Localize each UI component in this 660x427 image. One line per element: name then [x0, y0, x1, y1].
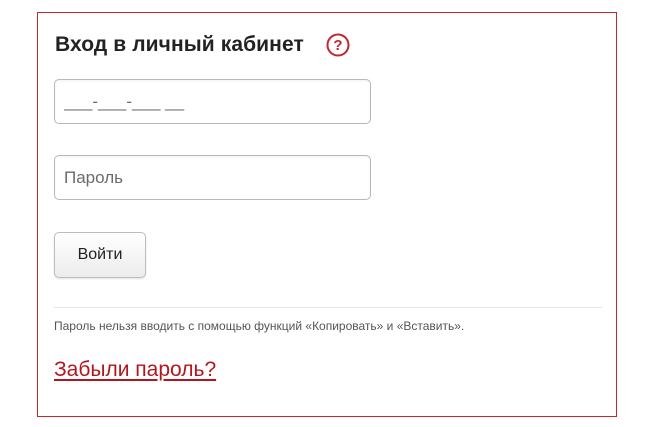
password-field[interactable] [54, 155, 371, 200]
svg-text:?: ? [333, 37, 342, 54]
login-panel: Вход в личный кабинет ? Войти Пароль нел… [37, 12, 617, 417]
phone-field[interactable] [54, 79, 371, 124]
forgot-password-link[interactable]: Забыли пароль? [54, 358, 216, 382]
divider [54, 307, 602, 308]
password-input[interactable] [55, 156, 370, 199]
page-title: Вход в личный кабинет [55, 33, 304, 56]
title-row: Вход в личный кабинет ? [55, 33, 350, 57]
login-button[interactable]: Войти [54, 232, 146, 278]
question-circle-icon[interactable]: ? [326, 33, 350, 57]
phone-input[interactable] [55, 80, 370, 123]
password-note: Пароль нельзя вводить с помощью функций … [54, 319, 465, 333]
